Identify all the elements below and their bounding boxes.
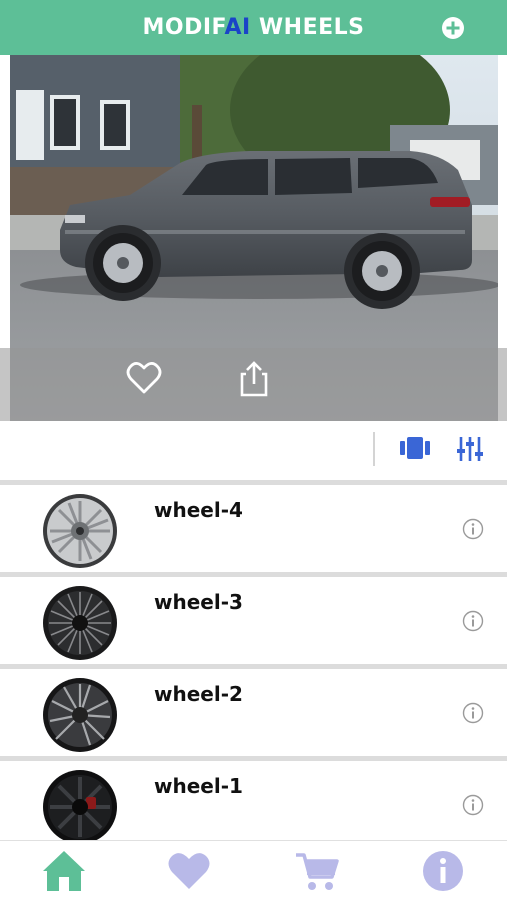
list-item[interactable]: wheel-4 [0,480,507,572]
info-icon[interactable] [420,849,466,893]
app-title-part3: WHEELS [250,15,365,40]
list-item[interactable]: wheel-1 [0,756,507,848]
app-title-ai: AI [224,15,251,40]
list-item[interactable]: wheel-3 [0,572,507,664]
heart-icon[interactable] [166,849,212,893]
app-title: MODIFAI WHEELS [0,15,507,40]
app-title-part1: MODIF [142,15,225,40]
list-toolbar [0,421,507,479]
wheel-thumbnail [43,678,117,752]
wheel-name: wheel-3 [154,590,243,614]
wheel-thumbnail [43,494,117,568]
sliders-icon[interactable] [457,435,483,463]
wheel-thumbnail [43,770,117,844]
toolbar-divider [373,432,375,466]
home-icon[interactable] [41,849,87,893]
wheel-name: wheel-2 [154,682,243,706]
wheel-name: wheel-1 [154,774,243,798]
info-icon[interactable] [462,610,484,632]
share-icon[interactable] [238,360,270,398]
wheel-name: wheel-4 [154,498,243,522]
bottom-tab-bar [0,840,507,901]
list-item[interactable]: wheel-2 [0,664,507,756]
app-header: MODIFAI WHEELS [0,0,507,55]
info-icon[interactable] [462,702,484,724]
wheel-thumbnail [43,586,117,660]
info-icon[interactable] [462,518,484,540]
info-icon[interactable] [462,794,484,816]
cart-icon[interactable] [294,849,340,893]
wheel-list: wheel-4 wheel-3 wheel-2 wheel-1 [0,480,507,848]
plus-circle-icon[interactable] [441,16,465,40]
compare-icon[interactable] [400,437,430,459]
heart-outline-icon[interactable] [126,361,162,395]
